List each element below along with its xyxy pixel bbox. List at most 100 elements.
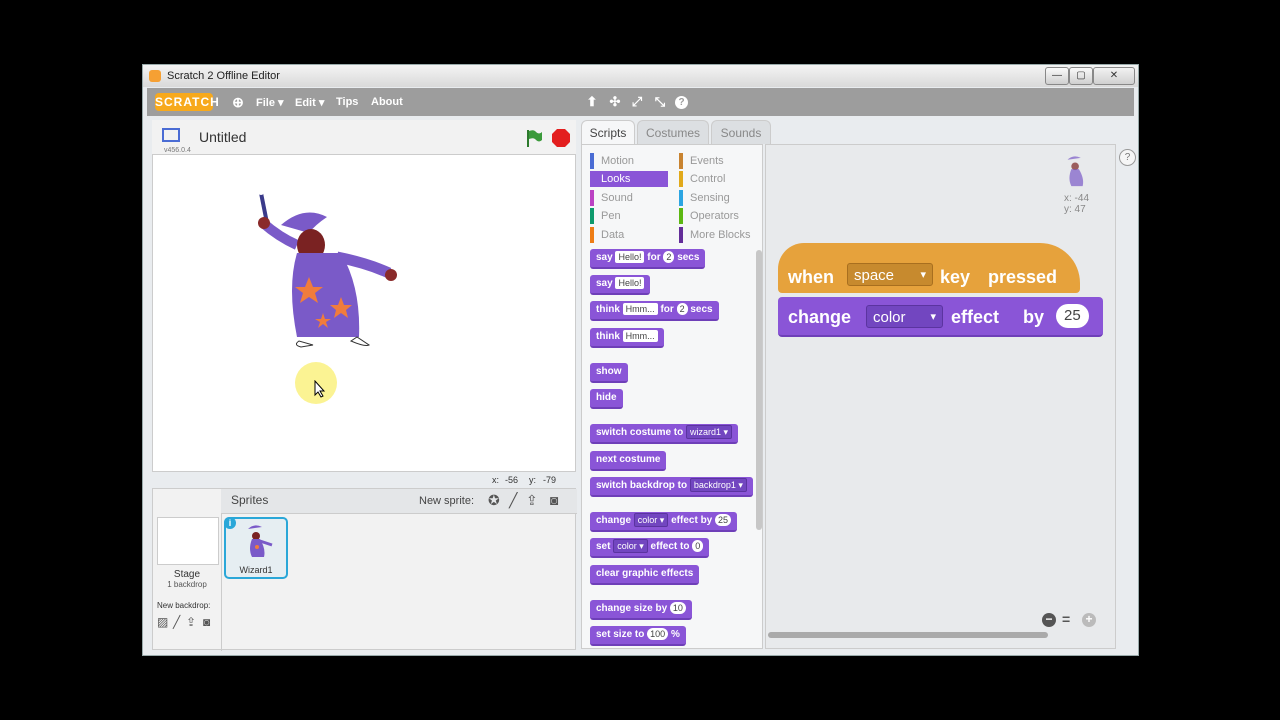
block-dropdown[interactable]: backdrop1 ▾ bbox=[689, 478, 747, 493]
backdrop-paint-icon[interactable]: ╱ bbox=[173, 615, 180, 629]
block-input[interactable]: 2 bbox=[663, 251, 675, 264]
language-globe-icon[interactable]: ⊕ bbox=[230, 94, 246, 110]
wizard-thumbnail bbox=[248, 525, 273, 557]
block-hide[interactable]: hide bbox=[590, 389, 623, 409]
block-text: secs bbox=[677, 252, 700, 263]
grow-icon[interactable]: ⤢ bbox=[629, 94, 645, 110]
effect-dropdown-value: color bbox=[873, 309, 906, 326]
scripts-horizontal-scrollbar[interactable] bbox=[768, 632, 1048, 638]
category-sound[interactable]: Sound bbox=[590, 190, 673, 206]
block-input[interactable]: 10 bbox=[669, 602, 686, 615]
block-help-icon[interactable]: ? bbox=[675, 96, 688, 109]
sprite-camera-icon[interactable]: ◙ bbox=[550, 492, 558, 508]
category-operators[interactable]: Operators bbox=[679, 208, 762, 224]
block-dropdown[interactable]: wizard1 ▾ bbox=[686, 425, 733, 440]
tab-costumes[interactable]: Costumes bbox=[637, 120, 709, 144]
sprite-library-icon[interactable]: ✪ bbox=[488, 492, 500, 509]
zoom-out-icon[interactable]: − bbox=[1042, 613, 1056, 627]
menu-bar: SCRATCH ⊕ File ▾ Edit ▾ Tips About ⬆ ✣ ⤢… bbox=[147, 88, 1134, 116]
help-icon[interactable]: ? bbox=[1119, 149, 1136, 166]
palette-scrollbar[interactable] bbox=[756, 250, 762, 530]
change-effect-block[interactable]: change color ▾ effect by 25 bbox=[778, 297, 1103, 337]
block-set-size[interactable]: set size to 100 % bbox=[590, 626, 686, 646]
block-next-costume[interactable]: next costume bbox=[590, 451, 667, 471]
maximize-button[interactable]: ▢ bbox=[1069, 67, 1093, 85]
block-say-for-secs[interactable]: say Hello! for 2 secs bbox=[590, 249, 706, 269]
sprite-info-icon[interactable]: i bbox=[224, 517, 236, 529]
block-input[interactable]: Hello! bbox=[615, 251, 645, 264]
delete-cut-icon[interactable]: ✣ bbox=[607, 94, 623, 110]
block-input[interactable]: 25 bbox=[715, 514, 732, 527]
tab-scripts[interactable]: Scripts bbox=[581, 120, 635, 144]
stage-label: Stage bbox=[173, 569, 201, 580]
block-say[interactable]: say Hello! bbox=[590, 275, 651, 295]
stage-thumbnail[interactable] bbox=[157, 517, 219, 565]
block-switch-costume[interactable]: switch costume to wizard1 ▾ bbox=[590, 424, 739, 444]
tab-sounds[interactable]: Sounds bbox=[711, 120, 771, 144]
block-clear-graphic-effects[interactable]: clear graphic effects bbox=[590, 565, 700, 585]
sprite-tile-wizard[interactable]: i Wizard1 bbox=[224, 517, 288, 579]
when-key-pressed-block[interactable]: when space ▾ key pressed bbox=[778, 243, 1080, 293]
block-text: set size to bbox=[596, 629, 645, 640]
block-set-effect[interactable]: set color ▾ effect to 0 bbox=[590, 538, 710, 558]
category-sensing[interactable]: Sensing bbox=[679, 190, 762, 206]
category-control[interactable]: Control bbox=[679, 171, 762, 187]
wizard-sprite[interactable] bbox=[249, 187, 409, 357]
category-events[interactable]: Events bbox=[679, 153, 762, 169]
stage-backdrop-count: 1 backdrop bbox=[167, 580, 207, 589]
menu-file[interactable]: File ▾ bbox=[256, 96, 284, 109]
green-flag-icon[interactable] bbox=[524, 128, 544, 148]
project-title[interactable]: Untitled bbox=[199, 129, 246, 145]
new-backdrop-label: New backdrop: bbox=[157, 601, 211, 610]
sprite-paint-icon[interactable]: ╱ bbox=[509, 492, 517, 509]
key-dropdown[interactable]: space ▾ bbox=[847, 263, 933, 286]
block-think-for-secs[interactable]: think Hmm... for 2 secs bbox=[590, 301, 719, 321]
block-text: secs bbox=[690, 304, 713, 315]
block-think[interactable]: think Hmm... bbox=[590, 328, 664, 348]
category-motion[interactable]: Motion bbox=[590, 153, 673, 169]
block-input[interactable]: 2 bbox=[676, 303, 688, 316]
zoom-reset-icon[interactable]: = bbox=[1062, 611, 1070, 627]
menu-edit[interactable]: Edit ▾ bbox=[295, 96, 324, 109]
block-dropdown[interactable]: color ▾ bbox=[633, 513, 669, 528]
sprite-tile-name: Wizard1 bbox=[239, 565, 273, 575]
block-input[interactable]: Hmm... bbox=[622, 330, 658, 343]
block-input[interactable]: Hmm... bbox=[622, 303, 658, 316]
sprite-upload-icon[interactable]: ⇪ bbox=[526, 492, 538, 509]
category-looks[interactable]: Looks bbox=[590, 171, 668, 187]
backdrop-camera-icon[interactable]: ◙ bbox=[203, 615, 210, 629]
block-show[interactable]: show bbox=[590, 363, 628, 383]
zoom-in-icon[interactable]: + bbox=[1082, 613, 1096, 627]
block-change-size[interactable]: change size by 10 bbox=[590, 600, 692, 620]
block-input[interactable]: 0 bbox=[692, 540, 704, 553]
block-input[interactable]: Hello! bbox=[615, 277, 645, 290]
backdrop-library-icon[interactable]: ▨ bbox=[157, 615, 168, 629]
scripts-area[interactable]: x: -44 y: 47 when space ▾ key pressed cha… bbox=[765, 144, 1116, 649]
presentation-mode-icon[interactable] bbox=[162, 128, 180, 142]
minimize-button[interactable]: — bbox=[1045, 67, 1069, 85]
block-text: for bbox=[647, 252, 661, 263]
menu-tips[interactable]: Tips bbox=[336, 96, 358, 108]
mouse-x-label: x: bbox=[492, 475, 500, 485]
category-data[interactable]: Data bbox=[590, 227, 673, 243]
stage-canvas[interactable] bbox=[152, 154, 576, 472]
block-text: switch backdrop to bbox=[596, 480, 688, 491]
category-pen[interactable]: Pen bbox=[590, 208, 673, 224]
window-title: Scratch 2 Offline Editor bbox=[167, 70, 280, 82]
block-change-effect[interactable]: change color ▾ effect by 25 bbox=[590, 512, 738, 532]
backdrop-upload-icon[interactable]: ⇪ bbox=[186, 615, 196, 629]
effect-amount-input[interactable]: 25 bbox=[1056, 304, 1089, 328]
block-dropdown[interactable]: color ▾ bbox=[613, 539, 648, 554]
category-more-blocks[interactable]: More Blocks bbox=[679, 227, 762, 243]
block-switch-backdrop[interactable]: switch backdrop to backdrop1 ▾ bbox=[590, 477, 753, 497]
shrink-icon[interactable]: ⤡ bbox=[652, 94, 668, 110]
close-button[interactable]: ✕ bbox=[1093, 67, 1135, 85]
effect-dropdown[interactable]: color ▾ bbox=[866, 305, 943, 328]
stop-icon[interactable] bbox=[551, 128, 571, 148]
sprite-y-readout: y: 47 bbox=[1064, 204, 1086, 215]
duplicate-stamp-icon[interactable]: ⬆ bbox=[584, 94, 600, 110]
block-input[interactable]: 100 bbox=[647, 628, 669, 641]
sprite-preview-icon bbox=[1067, 156, 1084, 187]
scratch-logo[interactable]: SCRATCH bbox=[155, 93, 219, 111]
menu-about[interactable]: About bbox=[371, 96, 403, 108]
